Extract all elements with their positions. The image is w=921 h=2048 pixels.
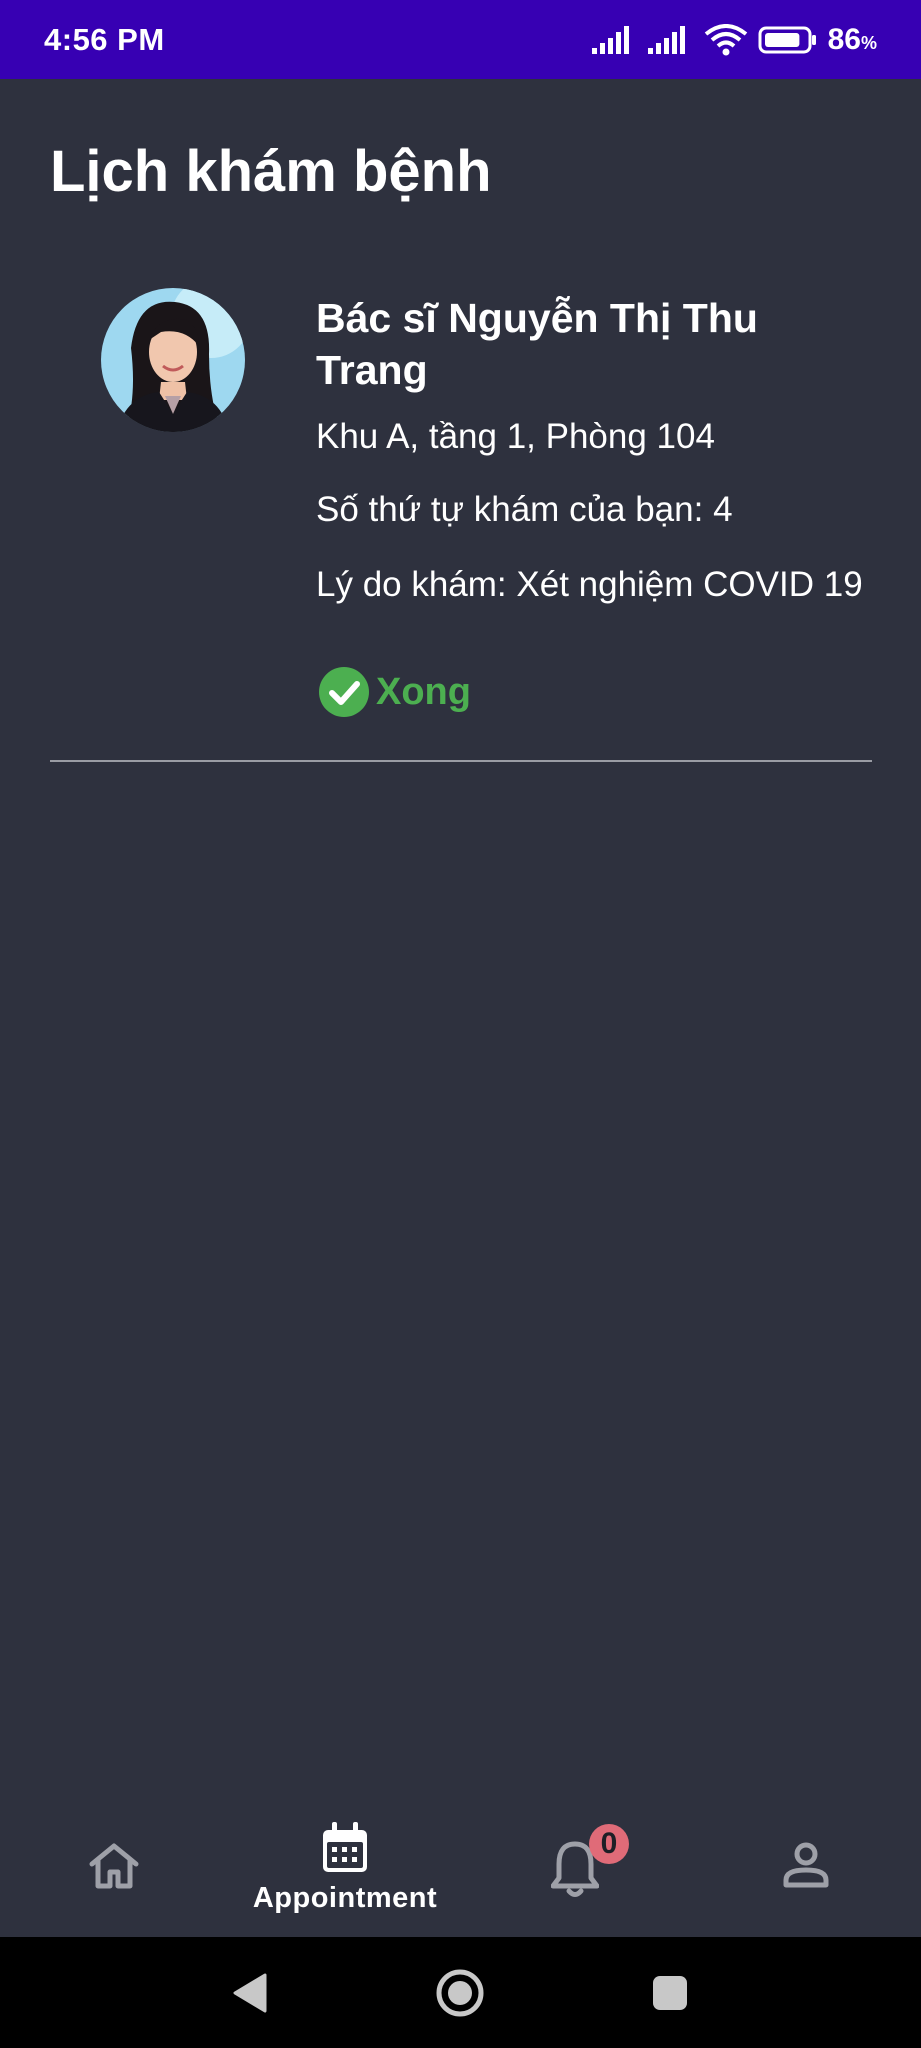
doctor-name: Bác sĩ Nguyễn Thị Thu Trang	[316, 295, 758, 393]
back-button[interactable]	[220, 1937, 280, 2048]
bottom-navigation: Appointment 0	[0, 1800, 921, 1937]
battery-percent: 86%	[827, 22, 877, 56]
page-title: Lịch khám bệnh	[50, 139, 492, 204]
appointment-location: Khu A, tầng 1, Phòng 104	[316, 417, 715, 456]
appointment-reason: Lý do khám: Xét nghiệm COVID 19	[316, 565, 863, 604]
recents-button[interactable]	[640, 1937, 700, 2048]
back-triangle-icon	[233, 1973, 267, 2012]
battery-icon	[758, 26, 816, 53]
status-badge: Xong	[318, 666, 471, 718]
check-circle-icon	[319, 667, 369, 717]
calendar-icon	[323, 1822, 367, 1872]
home-circle-icon	[436, 1969, 484, 2016]
person-icon	[783, 1842, 829, 1888]
divider	[50, 760, 872, 762]
doctor-avatar	[101, 288, 245, 432]
recents-square-icon	[653, 1975, 687, 2010]
status-label: Xong	[376, 670, 471, 713]
wifi-icon	[704, 23, 747, 55]
home-icon	[89, 1843, 139, 1889]
signal-icon	[647, 25, 685, 54]
status-bar: 4:56 PM 86%	[0, 0, 921, 79]
home-button[interactable]	[430, 1937, 490, 2048]
signal-icon	[591, 25, 629, 54]
appointment-card[interactable]: Bác sĩ Nguyễn Thị Thu Trang Khu A, tầng …	[0, 280, 921, 760]
status-time: 4:56 PM	[44, 21, 165, 57]
system-navigation-bar	[0, 1937, 921, 2048]
notification-badge: 0	[589, 1824, 629, 1864]
doctor-photo-icon	[101, 288, 245, 432]
queue-number: Số thứ tự khám của bạn: 4	[316, 490, 733, 529]
status-icons: 86%	[591, 22, 877, 57]
nav-appointment-label: Appointment	[252, 1882, 438, 1914]
